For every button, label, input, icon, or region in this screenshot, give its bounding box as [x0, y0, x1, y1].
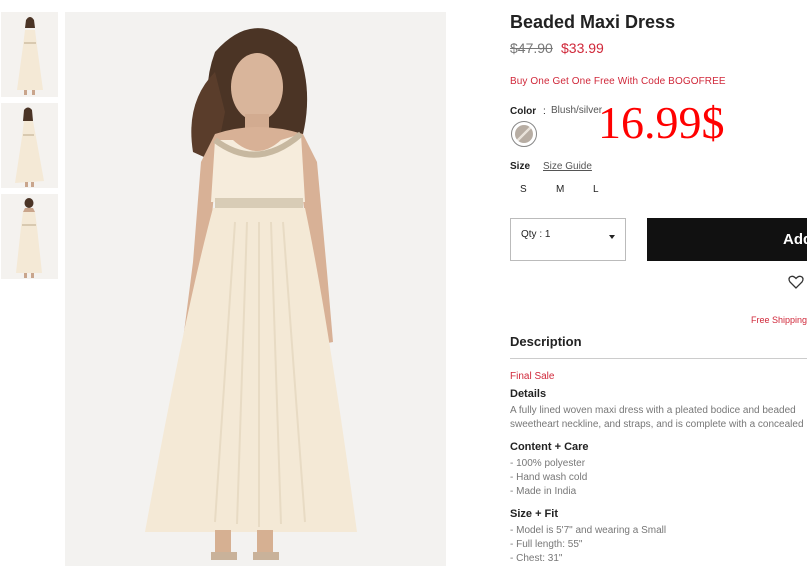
quantity-value: Qty : 1 — [521, 229, 551, 240]
quantity-select[interactable]: Qty : 1 — [510, 218, 626, 261]
color-value: Blush/silver — [551, 105, 603, 116]
swatch-fill — [515, 125, 533, 143]
size-option-s[interactable]: S — [520, 184, 527, 195]
content-care-heading: Content + Care — [510, 441, 589, 453]
dress-model-photo — [65, 12, 446, 566]
size-fit-heading: Size + Fit — [510, 508, 558, 520]
free-shipping-link[interactable]: Free Shipping — [751, 315, 807, 325]
description-heading[interactable]: Description — [510, 334, 582, 349]
size-label: Size — [510, 161, 531, 172]
thumbnail-side[interactable] — [1, 103, 58, 188]
content-care-item: - Made in India — [510, 486, 577, 497]
details-text-line: A fully lined woven maxi dress with a pl… — [510, 405, 796, 416]
details-text-line: sweetheart neckline, and straps, and is … — [510, 419, 804, 430]
size-option-l[interactable]: L — [593, 184, 599, 195]
color-label: Color — [510, 106, 537, 117]
dress-thumbnail-image — [1, 103, 58, 188]
thumbnail-front[interactable] — [1, 12, 58, 97]
overlay-price-annotation: 16.99$ — [598, 97, 725, 148]
dress-thumbnail-image — [1, 194, 58, 279]
dress-thumbnail-image — [1, 12, 58, 97]
details-heading: Details — [510, 388, 547, 400]
size-fit-item: - Model is 5'7" and wearing a Small — [510, 525, 667, 536]
size-guide-link[interactable]: Size Guide — [543, 161, 592, 172]
main-product-image[interactable] — [65, 12, 446, 566]
color-swatch-blush-silver[interactable] — [511, 121, 537, 147]
sale-price: $33.99 — [561, 40, 604, 56]
heart-icon[interactable] — [787, 273, 805, 291]
size-fit-item: - Full length: 55" — [510, 539, 583, 550]
size-option-m[interactable]: M — [556, 184, 564, 195]
size-fit-item: - Chest: 31" — [510, 553, 563, 564]
final-sale-label: Final Sale — [510, 371, 555, 382]
color-separator: : — [543, 106, 546, 117]
add-to-bag-button[interactable]: Add — [647, 218, 807, 261]
content-care-item: - Hand wash cold — [510, 472, 588, 483]
product-title: Beaded Maxi Dress — [510, 12, 676, 32]
original-price: $47.90 — [510, 40, 553, 56]
thumbnail-back[interactable] — [1, 194, 58, 279]
content-care-item: - 100% polyester — [510, 458, 586, 469]
add-button-label: Add — [783, 231, 807, 248]
description-divider — [510, 358, 807, 359]
promo-text: Buy One Get One Free With Code BOGOFREE — [510, 76, 726, 87]
chevron-down-icon — [609, 235, 615, 239]
